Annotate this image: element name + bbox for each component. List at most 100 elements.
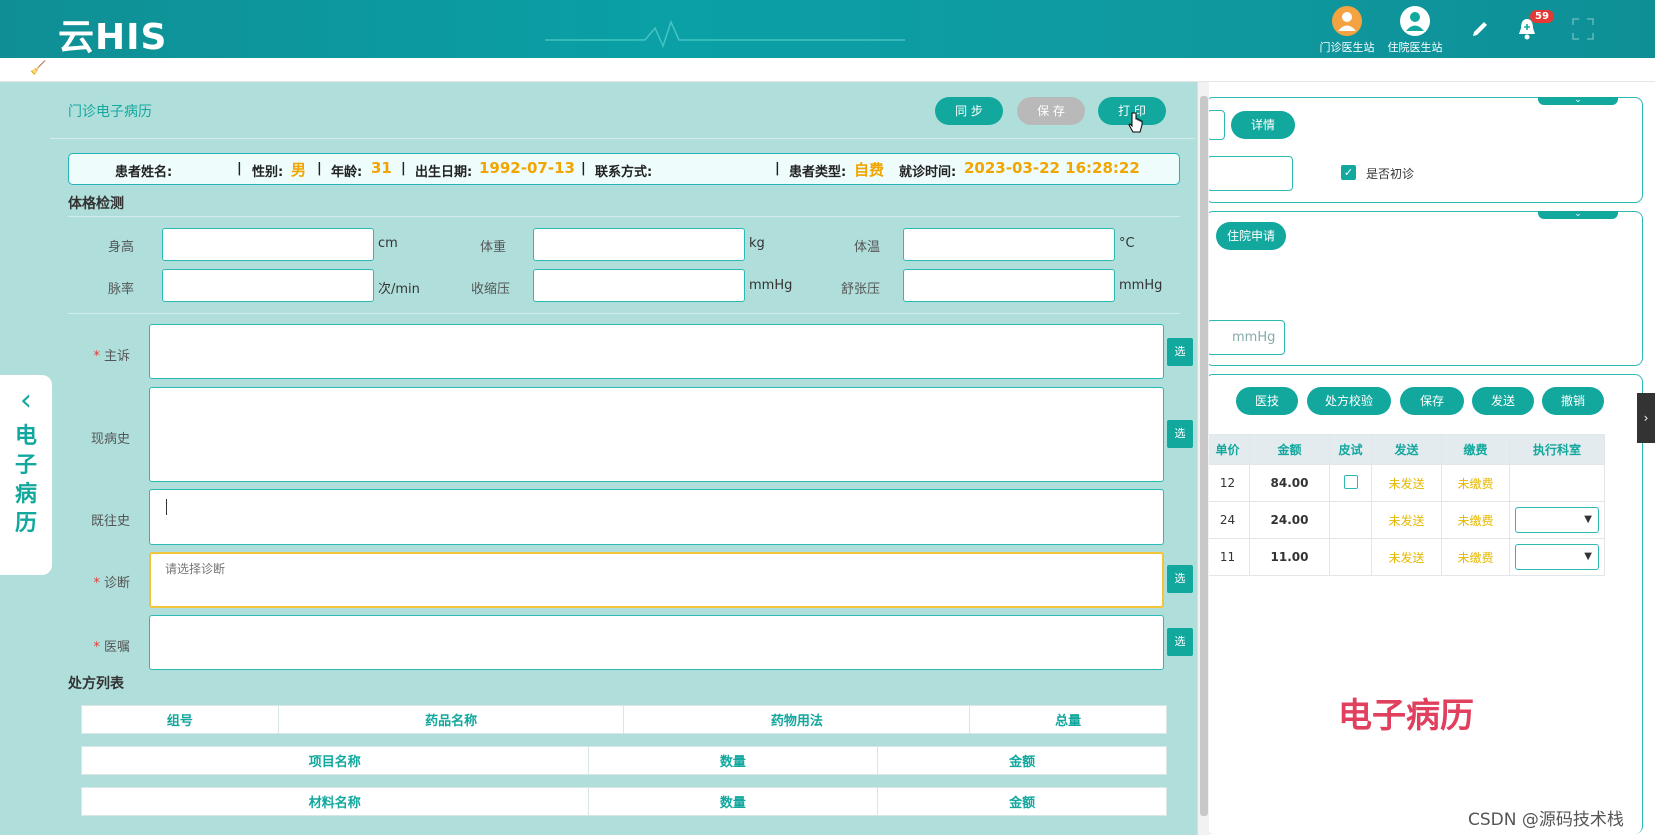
- table-row: 11 11.00 未发送 未缴费 ▼: [1205, 538, 1605, 576]
- pay-status: 未缴费: [1441, 464, 1510, 502]
- csdn-watermark: CSDN @源码技术栈: [1468, 810, 1624, 830]
- scroll-thumb[interactable]: [1200, 96, 1208, 816]
- col-header: 药物用法: [623, 705, 971, 734]
- amount-cell: 11.00: [1249, 538, 1330, 576]
- pulse-input[interactable]: [162, 269, 374, 302]
- systolic-label: 收缩压: [470, 282, 510, 297]
- pulse-unit: 次/min: [378, 282, 420, 297]
- price-cell: 24: [1205, 501, 1250, 539]
- dob-value: 1992-07-13: [479, 159, 575, 177]
- edit-pencil-icon[interactable]: [1470, 19, 1490, 39]
- col-header: 发送: [1371, 434, 1442, 465]
- station-label: 住院医生站: [1387, 41, 1443, 54]
- exam-section-title: 体格检测: [68, 196, 124, 212]
- expand-right-icon[interactable]: ›: [1637, 393, 1655, 443]
- advice-text: 医嘱: [103, 640, 130, 655]
- col-header: 项目名称: [81, 746, 589, 775]
- med-tech-button[interactable]: 医技: [1236, 387, 1298, 415]
- sync-button[interactable]: 同 步: [935, 97, 1003, 125]
- diagnosis-textarea[interactable]: [149, 552, 1164, 608]
- separator: |: [401, 161, 406, 176]
- send-status: 未发送: [1371, 464, 1442, 502]
- revoke-button[interactable]: 撤销: [1542, 387, 1604, 415]
- chief-complaint-label: * 主诉: [70, 345, 130, 364]
- diagnosis-select-button[interactable]: 选: [1167, 565, 1193, 593]
- station-inpatient[interactable]: 住院医生站: [1375, 6, 1455, 55]
- required-mark: *: [93, 640, 100, 655]
- patient-info-bar: 患者姓名: | 性别: 男 | 年龄: 31 | 出生日期: 1992-07-1…: [68, 153, 1180, 185]
- emr-side-tab[interactable]: ‹ 电子病历: [0, 375, 52, 575]
- chief-complaint-text: 主诉: [103, 349, 130, 364]
- past-history-label: 既往史: [90, 514, 130, 529]
- collapse-chevron-icon[interactable]: ⌄: [1538, 210, 1618, 219]
- contact-label: 联系方式:: [595, 165, 653, 180]
- col-header: 执行科室: [1509, 434, 1605, 465]
- pulse-label: 脉率: [107, 282, 134, 297]
- fullscreen-icon[interactable]: [1570, 16, 1596, 42]
- save-button[interactable]: 保 存: [1017, 97, 1085, 125]
- temp-label: 体温: [853, 240, 880, 255]
- inpatient-doctor-icon: [1400, 6, 1430, 36]
- table-row: 24 24.00 未发送 未缴费 ▼: [1205, 501, 1605, 539]
- col-header: 皮试: [1329, 434, 1372, 465]
- weight-unit: kg: [749, 236, 765, 251]
- systolic-input[interactable]: [533, 269, 745, 302]
- diastolic-unit: mmHg: [1119, 278, 1163, 293]
- age-label: 年龄:: [331, 165, 363, 180]
- watermark-text: 电子病历: [1338, 696, 1474, 736]
- col-header: 金额: [877, 787, 1167, 816]
- separator: |: [775, 161, 780, 176]
- visit-time-label: 就诊时间:: [899, 165, 957, 180]
- prescription-table: 组号 药品名称 药物用法 总量: [81, 705, 1167, 734]
- chief-complaint-textarea[interactable]: [149, 324, 1164, 379]
- age-value: 31: [371, 159, 392, 177]
- skin-test-checkbox[interactable]: [1343, 474, 1358, 489]
- exam-divider: [68, 216, 1180, 217]
- app-logo: 云HIS: [58, 17, 168, 58]
- diastolic-input[interactable]: [903, 269, 1115, 302]
- bg-input[interactable]: [1207, 110, 1225, 140]
- present-select-button[interactable]: 选: [1167, 420, 1193, 448]
- dob-label: 出生日期:: [415, 165, 473, 180]
- bg-save-button[interactable]: 保存: [1400, 387, 1464, 415]
- advice-textarea[interactable]: [149, 615, 1164, 670]
- collapse-chevron-icon[interactable]: ⌄: [1538, 96, 1618, 105]
- send-button[interactable]: 发送: [1472, 387, 1534, 415]
- separator: |: [317, 161, 322, 176]
- broom-icon[interactable]: 🧹: [30, 61, 46, 76]
- col-header: 单价: [1205, 434, 1250, 465]
- first-visit-checkbox[interactable]: ✓: [1341, 165, 1356, 180]
- visit-time-value: 2023-03-22 16:28:22: [964, 159, 1140, 177]
- weight-input[interactable]: [533, 228, 745, 261]
- dept-select[interactable]: ▼: [1515, 507, 1599, 533]
- patient-type-label: 患者类型:: [789, 165, 847, 180]
- temp-unit: °C: [1119, 236, 1135, 251]
- chief-select-button[interactable]: 选: [1167, 338, 1193, 366]
- chevron-left-icon[interactable]: ‹: [0, 383, 52, 418]
- required-mark: *: [93, 349, 100, 364]
- past-history-textarea[interactable]: [149, 489, 1164, 545]
- gender-value: 男: [291, 161, 307, 179]
- present-illness-textarea[interactable]: [149, 387, 1164, 482]
- rx-validate-button[interactable]: 处方校验: [1307, 387, 1391, 415]
- advice-label: * 医嘱: [70, 636, 130, 655]
- admission-request-button[interactable]: 住院申请: [1216, 222, 1286, 250]
- temp-input[interactable]: [903, 228, 1115, 261]
- item-table: 项目名称 数量 金额: [81, 746, 1167, 775]
- weight-label: 体重: [479, 240, 506, 255]
- top-header: 云HIS 门诊医生站 住院医生站 59: [0, 0, 1655, 58]
- detail-button[interactable]: 详情: [1231, 111, 1295, 139]
- diastolic-label: 舒张压: [840, 282, 880, 297]
- col-header: 药品名称: [277, 705, 625, 734]
- height-input[interactable]: [162, 228, 374, 261]
- col-header: 金额: [1249, 434, 1330, 465]
- bg-mmhg-input[interactable]: mmHg: [1207, 320, 1285, 355]
- drawer-title: 门诊电子病历: [68, 104, 152, 120]
- bg-input[interactable]: [1207, 156, 1293, 191]
- drawer-scrollbar[interactable]: [1197, 82, 1209, 835]
- rx-section-title: 处方列表: [68, 676, 124, 692]
- dept-select[interactable]: ▼: [1515, 544, 1599, 570]
- advice-select-button[interactable]: 选: [1167, 628, 1193, 656]
- notification-badge: 59: [1530, 10, 1554, 23]
- amount-cell: 24.00: [1249, 501, 1330, 539]
